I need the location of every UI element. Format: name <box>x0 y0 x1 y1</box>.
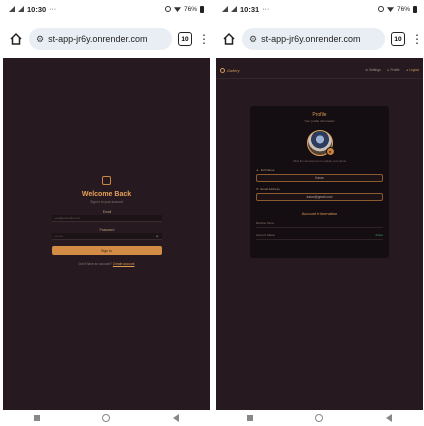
brand[interactable]: Gallery <box>220 67 240 73</box>
settings-icon: ⚙ <box>365 68 369 72</box>
url-text: st-app-jr6y.onrender.com <box>48 34 148 44</box>
account-row: Account Status Active <box>256 233 383 240</box>
status-bar: 10:31 ··· 76% <box>216 0 423 18</box>
account-row-label: Member Since <box>256 221 275 225</box>
battery-percent: 76% <box>396 5 410 13</box>
profile-title: Profile <box>312 112 327 118</box>
android-nav-bar <box>216 410 423 426</box>
sim-icon <box>222 6 228 12</box>
home-icon[interactable] <box>222 32 236 46</box>
tune-icon[interactable]: ⚙ <box>249 34 257 45</box>
nav-profile[interactable]: ♙ Profile <box>387 68 400 72</box>
create-account-link[interactable]: Create account <box>113 262 135 266</box>
nav-logout-label: Logout <box>409 68 419 72</box>
phone-profile-screen: 10:31 ··· 76% ⚙ st-app-jr6y.onrender.com… <box>216 0 423 426</box>
logout-icon: ⇥ <box>405 68 409 72</box>
battery-icon <box>413 5 417 13</box>
more-icon: ··· <box>49 5 57 13</box>
camera-icon[interactable]: ● <box>325 147 335 156</box>
battery-icon <box>200 5 204 13</box>
recents-icon[interactable] <box>34 415 41 421</box>
back-icon[interactable] <box>385 414 392 422</box>
home-button-icon[interactable] <box>102 414 111 422</box>
menu-icon[interactable]: ⋮ <box>411 33 423 45</box>
back-icon[interactable] <box>172 414 179 422</box>
web-viewport: Welcome Back Sign in to your account Ema… <box>3 58 210 410</box>
wifi-icon <box>173 7 181 12</box>
login-form: Welcome Back Sign in to your account Ema… <box>3 176 210 266</box>
sign-in-button[interactable]: Sign In <box>51 246 162 255</box>
tabs-icon[interactable]: 10 <box>178 32 192 46</box>
battery-percent: 76% <box>183 5 197 13</box>
recents-icon[interactable] <box>247 415 254 421</box>
email-placeholder: you@example.com <box>54 216 81 220</box>
alarm-icon <box>164 6 171 12</box>
sim-icon <box>18 6 24 12</box>
tabs-icon[interactable]: 10 <box>391 32 405 46</box>
email-label: ✉ Email Address <box>256 187 280 191</box>
mail-icon: ✉ <box>256 187 259 191</box>
photo-hint: Click the camera icon to update your pho… <box>292 159 347 163</box>
home-icon[interactable] <box>9 32 23 46</box>
browser-toolbar: ⚙ st-app-jr6y.onrender.com 10 ⋮ <box>3 26 210 52</box>
account-row: Member Since <box>256 221 383 228</box>
user-icon: ♙ <box>386 68 390 72</box>
avatar: ● <box>306 130 335 156</box>
brand-logo-icon <box>220 67 225 73</box>
menu-icon[interactable]: ⋮ <box>198 33 210 45</box>
profile-card: Profile Your profile information ● Click… <box>250 106 389 258</box>
signup-prompt: Don't have an account? Create account <box>79 262 135 266</box>
fullname-label: ♙ Full Name <box>256 168 274 172</box>
fullname-field[interactable]: Karan <box>256 174 383 182</box>
phone-login-screen: 10:30 ··· 76% ⚙ st-app-jr6y.onrender.com… <box>3 0 210 426</box>
email-label-text: Email Address <box>260 187 280 191</box>
signup-text: Don't have an account? <box>78 262 112 266</box>
email-label: Email <box>102 210 112 214</box>
email-field[interactable]: karan@gmail.com <box>256 193 383 201</box>
alarm-icon <box>377 6 384 12</box>
status-badge: Active <box>375 233 383 237</box>
web-viewport: Gallery ⚙ Settings ♙ Profile ⇥ Logout Pr… <box>216 58 423 410</box>
nav-settings[interactable]: ⚙ Settings <box>365 68 380 72</box>
status-bar: 10:30 ··· 76% <box>3 0 210 18</box>
home-button-icon[interactable] <box>315 414 324 422</box>
password-field[interactable]: •••••••• ◉ <box>51 233 162 240</box>
nav-links: ⚙ Settings ♙ Profile ⇥ Logout <box>365 68 419 72</box>
eye-icon[interactable]: ◉ <box>156 234 159 238</box>
nav-divider <box>216 78 423 79</box>
app-navbar: Gallery ⚙ Settings ♙ Profile ⇥ Logout <box>216 64 423 76</box>
status-time: 10:31 <box>240 4 260 14</box>
login-title: Welcome Back <box>81 191 132 198</box>
fullname-label-text: Full Name <box>260 168 275 172</box>
profile-subtitle: Your profile information <box>304 119 335 123</box>
url-text: st-app-jr6y.onrender.com <box>261 34 361 44</box>
more-icon: ··· <box>262 5 270 13</box>
address-bar[interactable]: ⚙ st-app-jr6y.onrender.com <box>242 28 385 50</box>
browser-toolbar: ⚙ st-app-jr6y.onrender.com 10 ⋮ <box>216 26 423 52</box>
email-field[interactable]: you@example.com <box>51 215 162 222</box>
app-logo-icon <box>102 176 111 185</box>
password-label: Password <box>99 228 115 232</box>
nav-logout[interactable]: ⇥ Logout <box>406 68 419 72</box>
brand-name: Gallery <box>227 67 240 73</box>
nav-settings-label: Settings <box>369 68 381 72</box>
user-icon: ♙ <box>256 168 259 172</box>
status-time: 10:30 <box>27 4 47 14</box>
password-placeholder: •••••••• <box>54 234 63 238</box>
android-nav-bar <box>3 410 210 426</box>
login-subtitle: Sign in to your account <box>90 200 123 204</box>
wifi-icon <box>386 7 394 12</box>
tune-icon[interactable]: ⚙ <box>36 34 44 45</box>
account-info-heading: Account Information <box>301 211 338 216</box>
nav-profile-label: Profile <box>390 68 400 72</box>
account-row-label: Account Status <box>256 233 275 237</box>
sim-icon <box>9 6 15 12</box>
sim-icon <box>231 6 237 12</box>
address-bar[interactable]: ⚙ st-app-jr6y.onrender.com <box>29 28 172 50</box>
